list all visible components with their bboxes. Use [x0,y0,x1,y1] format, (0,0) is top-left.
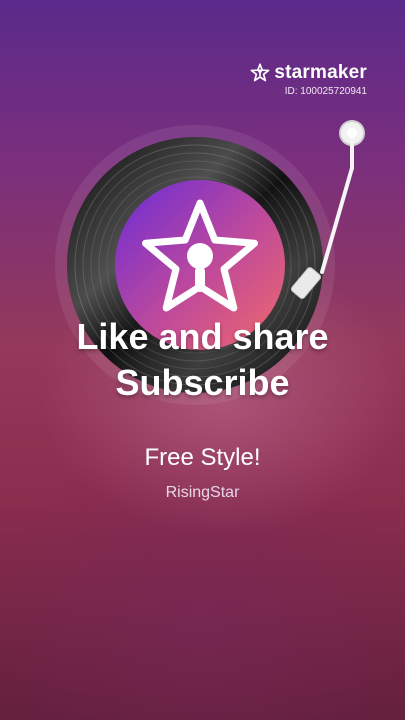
song-title: Free Style! [144,444,261,471]
artist-name: RisingStar [165,484,240,501]
overlay-text-line1: Like and share [76,316,329,357]
overlay-text-line2: Subscribe [115,362,290,403]
